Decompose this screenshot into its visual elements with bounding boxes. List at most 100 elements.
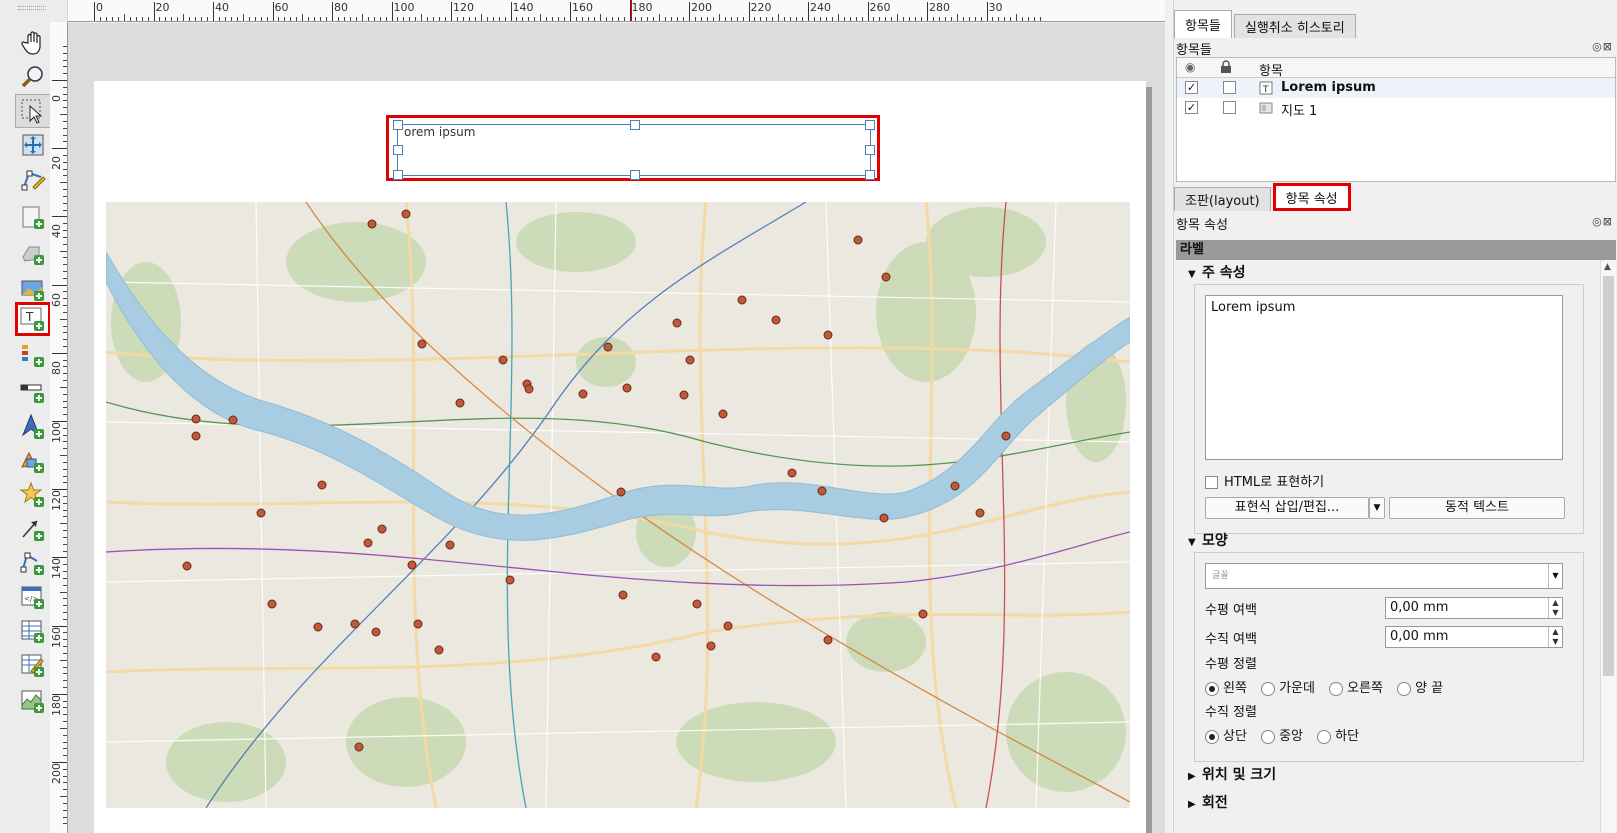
h-align-center-radio[interactable]: 가운데 — [1261, 681, 1315, 696]
vertical-ruler[interactable]: 0 20 40 60 80 100 120 140 160 180 200 — [50, 22, 68, 833]
dock-float-close-buttons[interactable]: ◎⊠ — [1592, 215, 1613, 228]
item-lock-checkbox[interactable] — [1223, 101, 1236, 114]
tab-layout[interactable]: 조판(layout) — [1174, 187, 1271, 211]
add-shape-button[interactable] — [15, 444, 51, 478]
add-scalebar-button[interactable] — [15, 374, 51, 408]
insert-expression-button[interactable]: 표현식 삽입/편집... — [1205, 497, 1369, 519]
resize-handle[interactable] — [865, 120, 875, 130]
resize-handle[interactable] — [393, 120, 403, 130]
radio-icon[interactable] — [1205, 729, 1219, 744]
add-marker-button[interactable] — [15, 478, 51, 512]
edit-nodes-tool-button[interactable] — [15, 162, 51, 196]
move-content-tool-button[interactable] — [15, 128, 51, 162]
tab-items[interactable]: 항목들 — [1174, 10, 1232, 38]
seoul-map-image — [106, 202, 1130, 808]
item-lock-checkbox[interactable] — [1223, 81, 1236, 94]
add-legend-button[interactable] — [15, 338, 51, 372]
html-checkbox-box[interactable] — [1205, 476, 1218, 489]
ruler-major-tick — [927, 2, 928, 21]
dynamic-text-button[interactable]: 동적 텍스트 — [1389, 497, 1565, 519]
v-align-top-radio[interactable]: 상단 — [1205, 729, 1247, 744]
ruler-minor-tick — [63, 243, 67, 245]
scroll-up-icon[interactable]: ▲ — [1604, 262, 1611, 272]
v-align-middle-radio[interactable]: 중앙 — [1261, 729, 1303, 744]
items-table[interactable]: ◉ 항목 ✓ T Lorem ipsum ✓ 지도 1 — [1176, 57, 1616, 182]
insert-expression-dropdown[interactable]: ▼ — [1369, 497, 1385, 519]
item-row-map[interactable]: ✓ 지도 1 — [1177, 98, 1615, 119]
resize-handle[interactable] — [630, 170, 640, 180]
v-margin-spinbox[interactable]: 0,00 mm ▲ ▼ — [1385, 626, 1563, 648]
pan-tool-button[interactable] — [15, 26, 51, 60]
add-node-item-button[interactable] — [15, 546, 51, 580]
main-properties-group-header[interactable]: ▼ 주 속성 — [1188, 262, 1246, 282]
v-align-bottom-radio[interactable]: 하단 — [1317, 729, 1359, 744]
select-move-tool-button[interactable] — [15, 94, 51, 128]
lock-icon[interactable] — [1219, 60, 1233, 74]
radio-icon[interactable] — [1205, 681, 1219, 696]
spin-arrows-icon[interactable]: ▲ ▼ — [1548, 627, 1562, 647]
zoom-tool-button[interactable] — [15, 60, 51, 94]
item-row-label[interactable]: ✓ T Lorem ipsum — [1177, 78, 1615, 98]
rotation-group-header[interactable]: ▶ 회전 — [1188, 792, 1228, 812]
h-align-justify-radio[interactable]: 양 끝 — [1397, 681, 1443, 696]
radio-icon[interactable] — [1317, 729, 1332, 744]
item-visible-checkbox[interactable]: ✓ — [1185, 101, 1198, 114]
ruler-minor-tick — [63, 571, 67, 573]
v-align-label: 수직 정렬 — [1205, 705, 1257, 720]
scrollbar-thumb[interactable] — [1603, 276, 1614, 676]
add-picture-button[interactable] — [15, 272, 51, 306]
dock-float-close-buttons[interactable]: ◎⊠ — [1592, 40, 1613, 53]
ruler-minor-tick — [605, 17, 607, 21]
ruler-minor-tick — [63, 257, 67, 259]
spin-arrows-icon[interactable]: ▲ ▼ — [1548, 598, 1562, 618]
properties-scrollbar[interactable]: ▲ — [1600, 260, 1616, 833]
h-margin-spinbox[interactable]: 0,00 mm ▲ ▼ — [1385, 597, 1563, 619]
add-elevation-profile-button[interactable] — [15, 684, 51, 718]
resize-handle[interactable] — [393, 145, 403, 155]
add-attribute-table-button[interactable] — [15, 614, 51, 648]
ruler-tick-label: 0 — [50, 95, 63, 102]
resize-handle[interactable] — [393, 170, 403, 180]
toolbar-grip[interactable] — [18, 6, 46, 10]
ruler-minor-tick — [63, 332, 67, 334]
radio-icon[interactable] — [1261, 729, 1276, 744]
tab-item-properties[interactable]: 항목 속성 — [1272, 183, 1351, 211]
ruler-minor-tick — [950, 17, 952, 21]
ruler-minor-tick — [754, 17, 756, 21]
add-html-button[interactable]: </> — [15, 580, 51, 614]
font-combo[interactable]: 글꼴 ▼ — [1205, 563, 1563, 589]
map-item[interactable] — [106, 202, 1130, 808]
eye-icon[interactable]: ◉ — [1185, 60, 1195, 74]
render-as-html-checkbox[interactable]: HTML로 표현하기 — [1205, 471, 1324, 490]
ruler-minor-tick — [183, 14, 185, 21]
chevron-down-icon[interactable]: ▼ — [1548, 564, 1562, 588]
add-arrow-button[interactable] — [15, 512, 51, 546]
radio-icon[interactable] — [1261, 681, 1276, 696]
ruler-minor-tick — [63, 270, 67, 272]
selected-label-highlight[interactable]: orem ipsum — [386, 115, 880, 181]
add-fixed-table-button[interactable] — [15, 648, 51, 682]
label-text-editor[interactable]: Lorem ipsum — [1205, 295, 1563, 460]
position-size-group-header[interactable]: ▶ 위치 및 크기 — [1188, 764, 1276, 784]
label-item[interactable]: orem ipsum — [393, 120, 875, 180]
position-size-title: 위치 및 크기 — [1202, 767, 1277, 783]
radio-icon[interactable] — [1397, 681, 1412, 696]
resize-handle[interactable] — [630, 120, 640, 130]
item-visible-checkbox[interactable]: ✓ — [1185, 81, 1198, 94]
items-name-column-header[interactable]: 항목 — [1259, 60, 1283, 79]
add-north-arrow-button[interactable] — [15, 410, 51, 444]
add-3d-map-button[interactable] — [15, 236, 51, 270]
add-label-button[interactable]: T — [15, 302, 51, 336]
add-map-button[interactable] — [15, 200, 51, 234]
h-align-right-radio[interactable]: 오른쪽 — [1329, 681, 1383, 696]
ruler-minor-tick — [302, 14, 304, 21]
resize-handle[interactable] — [865, 170, 875, 180]
tab-undo-history[interactable]: 실행취소 히스토리 — [1233, 14, 1356, 38]
h-align-left-radio[interactable]: 왼쪽 — [1205, 681, 1247, 696]
radio-icon[interactable] — [1329, 681, 1344, 696]
appearance-group-header[interactable]: ▼ 모양 — [1188, 530, 1228, 550]
ruler-tick-label: 80 — [334, 1, 348, 14]
resize-handle[interactable] — [865, 145, 875, 155]
horizontal-ruler[interactable]: 0 20 40 60 80 100 120 140 160 180 200 220 240 260 280 3… — [68, 0, 1165, 22]
ruler-minor-tick — [63, 107, 67, 109]
